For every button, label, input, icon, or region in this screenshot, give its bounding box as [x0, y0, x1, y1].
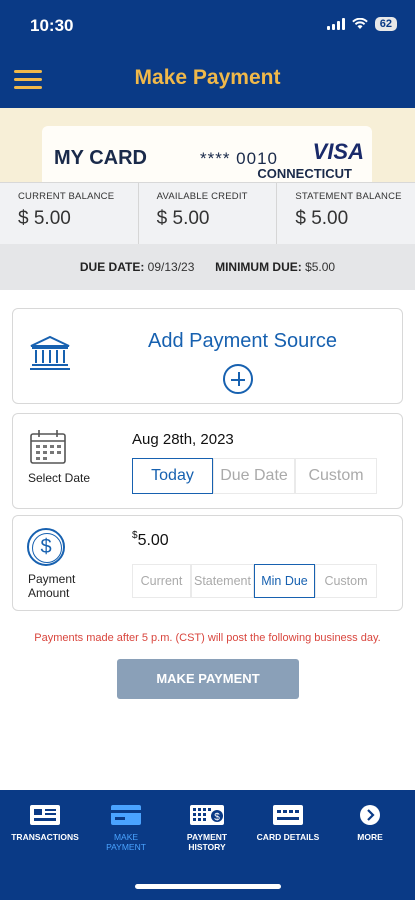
- add-payment-source-label[interactable]: Add Payment Source: [148, 330, 337, 353]
- current-balance: CURRENT BALANCE $ 5.00: [0, 183, 139, 244]
- balance-value: $ 5.00: [18, 208, 71, 229]
- wifi-icon: [351, 18, 368, 30]
- status-bar: 10:30 62: [0, 0, 415, 48]
- date-options: Today Due Date Custom: [132, 458, 377, 494]
- amount-option-statement[interactable]: Statement: [191, 564, 254, 598]
- page-title: Make Payment: [134, 66, 281, 89]
- nav-label: MAKE PAYMENT: [106, 832, 146, 852]
- nav-more[interactable]: MORE: [330, 804, 410, 842]
- add-payment-source-card[interactable]: Add Payment Source: [12, 308, 403, 404]
- select-date-card: Select Date Aug 28th, 2023 Today Due Dat…: [12, 413, 403, 509]
- bottom-nav: TRANSACTIONS MAKE PAYMENT $ PAYMENT HISTOR…: [0, 790, 415, 900]
- posting-notice: Payments made after 5 p.m. (CST) will po…: [34, 632, 381, 644]
- currency-symbol: $: [132, 530, 138, 541]
- available-credit: AVAILABLE CREDIT $ 5.00: [139, 183, 278, 244]
- balance-value: $ 5.00: [156, 208, 210, 229]
- nav-payment-history[interactable]: $ PAYMENT HISTORY: [167, 804, 247, 852]
- amount-option-min-due[interactable]: Min Due: [254, 564, 315, 598]
- due-date-value: 09/13/23: [147, 260, 195, 274]
- card-issuer: CONNECTICUT: [257, 166, 352, 181]
- payment-amount-card: $ Payment Amount $5.00 Current Statement…: [12, 515, 403, 611]
- balance-label: CURRENT BALANCE: [18, 191, 115, 202]
- dollar-icon: $: [27, 528, 65, 566]
- svg-text:$: $: [214, 812, 220, 823]
- selected-date: Aug 28th, 2023: [132, 431, 234, 448]
- date-option-due-date[interactable]: Due Date: [213, 458, 295, 494]
- battery-indicator: 62: [374, 17, 397, 31]
- card-payment-icon: [111, 805, 141, 825]
- date-option-custom[interactable]: Custom: [295, 458, 377, 494]
- card-banner: MY CARD **** 0010 VISA CONNECTICUT: [0, 108, 415, 182]
- amount-option-custom[interactable]: Custom: [315, 564, 377, 598]
- nav-label: CARD DETAILS: [256, 832, 320, 842]
- nav-make-payment[interactable]: MAKE PAYMENT: [86, 804, 166, 852]
- home-indicator: [135, 884, 281, 889]
- calendar-icon: [29, 429, 67, 470]
- bank-icon: [28, 334, 72, 377]
- date-option-today[interactable]: Today: [132, 458, 213, 494]
- card-details-icon: [273, 805, 303, 825]
- balance-label: AVAILABLE CREDIT: [156, 191, 248, 202]
- amount-option-current[interactable]: Current: [132, 564, 191, 598]
- nav-card-details[interactable]: CARD DETAILS: [248, 804, 328, 842]
- nav-label: TRANSACTIONS: [11, 832, 79, 842]
- status-time: 10:30: [30, 16, 74, 35]
- transactions-icon: [30, 805, 60, 825]
- due-info: DUE DATE: 09/13/23 MINIMUM DUE: $5.00: [0, 244, 415, 290]
- statement-balance: STATEMENT BALANCE $ 5.00: [277, 183, 415, 244]
- balance-summary: CURRENT BALANCE $ 5.00 AVAILABLE CREDIT …: [0, 182, 415, 244]
- nav-label: PAYMENT HISTORY: [186, 832, 228, 852]
- select-date-caption: Select Date: [28, 471, 91, 485]
- amount-options: Current Statement Min Due Custom: [132, 564, 377, 598]
- payment-history-icon: $: [190, 805, 224, 825]
- visa-logo: VISA: [312, 139, 364, 164]
- nav-transactions[interactable]: TRANSACTIONS: [5, 804, 85, 842]
- add-circle-icon[interactable]: [223, 364, 253, 394]
- app-header: 10:30 62 Make Payment: [0, 0, 415, 108]
- nav-label: MORE: [357, 832, 383, 842]
- card-name: MY CARD: [54, 147, 147, 169]
- due-date-label: DUE DATE:: [79, 260, 145, 274]
- payment-amount-caption-line1: Payment: [28, 572, 76, 586]
- payment-amount-caption-line2: Amount: [28, 586, 70, 600]
- card-image: MY CARD **** 0010 VISA CONNECTICUT: [42, 126, 372, 182]
- balance-label: STATEMENT BALANCE: [295, 191, 402, 202]
- status-icons: 62: [326, 17, 397, 31]
- signal-icon: [326, 18, 345, 30]
- make-payment-button[interactable]: MAKE PAYMENT: [117, 659, 299, 699]
- minimum-due-label: MINIMUM DUE:: [215, 260, 302, 274]
- minimum-due-value: $5.00: [305, 260, 336, 274]
- payment-amount-value: $5.00: [132, 530, 169, 550]
- chevron-right-circle-icon: [360, 805, 380, 825]
- amount-number: 5.00: [137, 532, 169, 549]
- balance-value: $ 5.00: [295, 208, 349, 229]
